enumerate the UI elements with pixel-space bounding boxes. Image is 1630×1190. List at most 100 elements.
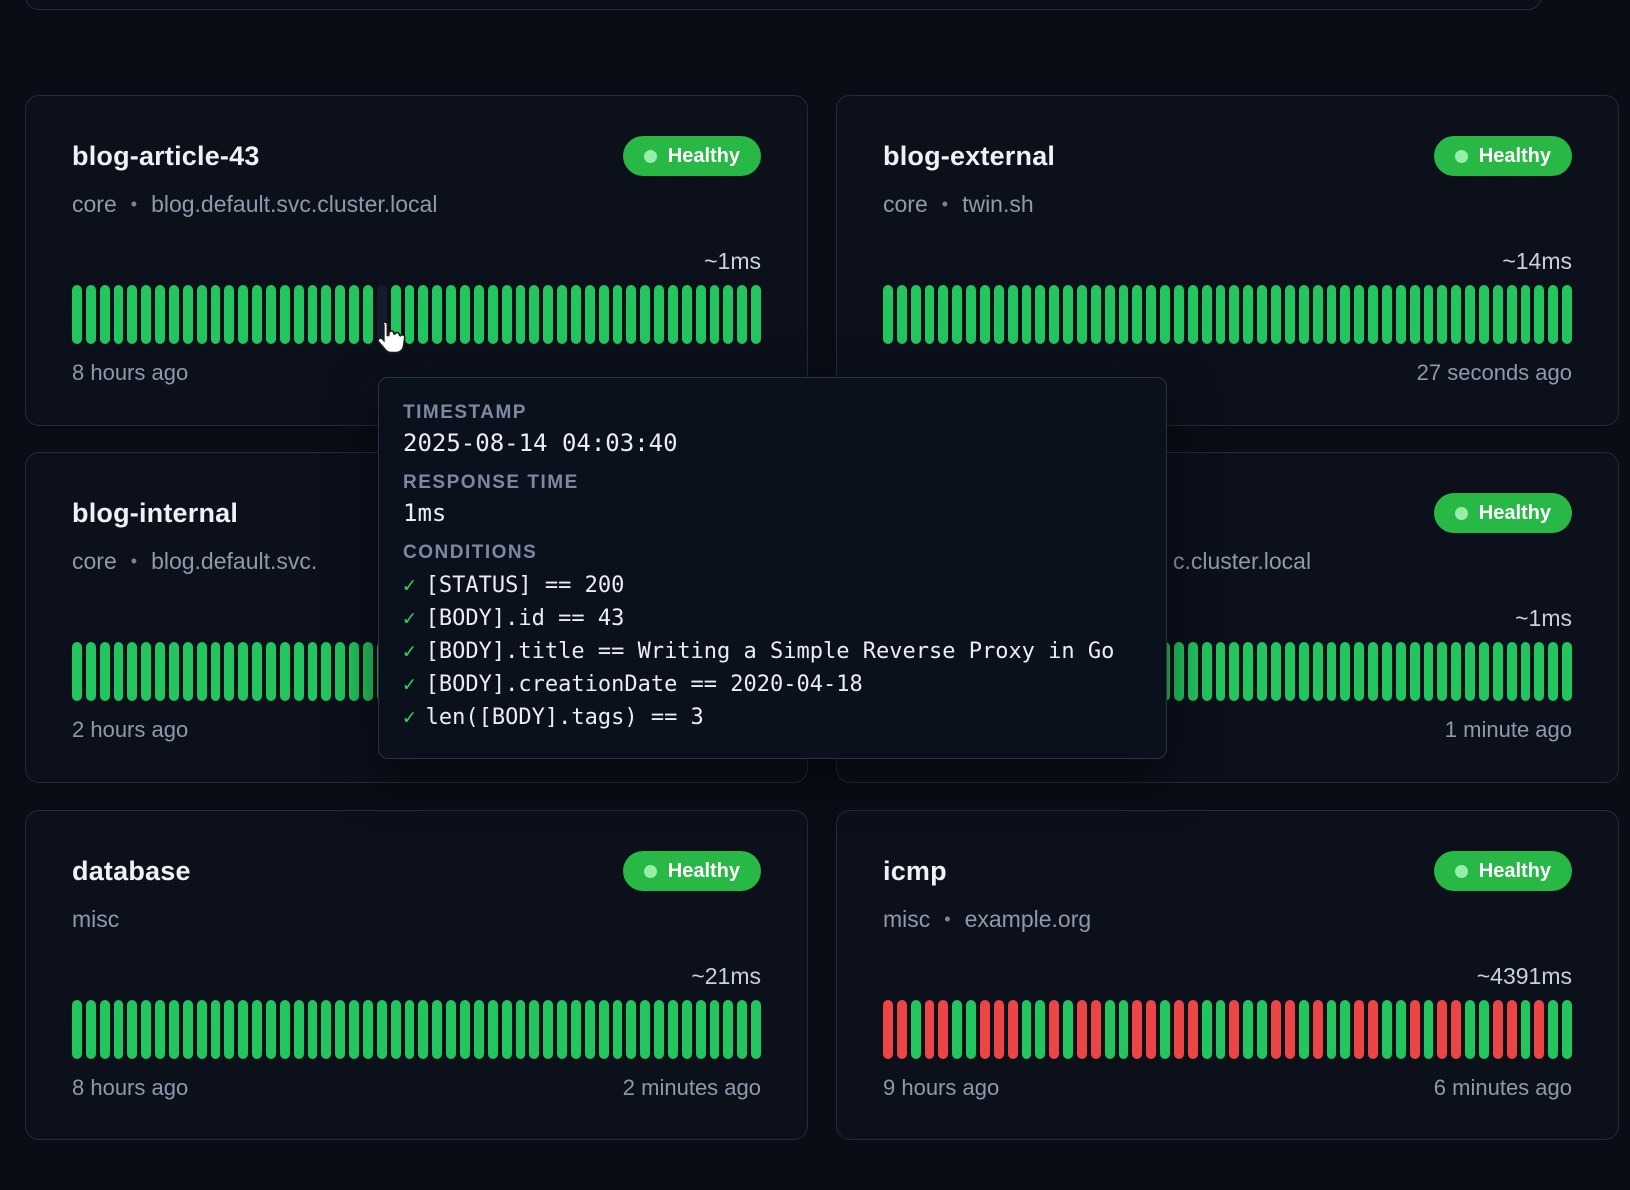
history-bar[interactable]	[363, 1000, 373, 1059]
history-bar[interactable]	[460, 1000, 470, 1059]
history-bar[interactable]	[966, 285, 976, 344]
history-bar[interactable]	[1562, 285, 1572, 344]
history-bar[interactable]	[335, 1000, 345, 1059]
history-bar[interactable]	[723, 1000, 733, 1059]
history-bar[interactable]	[1174, 1000, 1184, 1059]
history-bar[interactable]	[474, 1000, 484, 1059]
history-bar[interactable]	[266, 285, 276, 344]
history-bar[interactable]	[1243, 285, 1253, 344]
history-bar[interactable]	[529, 285, 539, 344]
history-bar[interactable]	[502, 1000, 512, 1059]
history-bar[interactable]	[1077, 1000, 1087, 1059]
history-bar[interactable]	[197, 642, 207, 701]
history-bar[interactable]	[1327, 1000, 1337, 1059]
endpoint-title[interactable]: icmp	[883, 856, 947, 887]
history-bar[interactable]	[141, 1000, 151, 1059]
history-bar[interactable]	[1077, 285, 1087, 344]
history-bar[interactable]	[1368, 642, 1378, 701]
history-bar[interactable]	[1368, 1000, 1378, 1059]
history-bar[interactable]	[183, 1000, 193, 1059]
history-bar[interactable]	[751, 285, 761, 344]
history-bar[interactable]	[1299, 642, 1309, 701]
history-bar[interactable]	[1313, 642, 1323, 701]
history-bar[interactable]	[557, 1000, 567, 1059]
history-bar[interactable]	[1049, 1000, 1059, 1059]
history-bar[interactable]	[100, 285, 110, 344]
history-bar[interactable]	[141, 285, 151, 344]
history-bar[interactable]	[1340, 1000, 1350, 1059]
history-bar[interactable]	[1257, 1000, 1267, 1059]
history-bar[interactable]	[238, 285, 248, 344]
history-bar[interactable]	[682, 285, 692, 344]
history-bar[interactable]	[994, 285, 1004, 344]
history-bar[interactable]	[1340, 642, 1350, 701]
history-bar[interactable]	[100, 642, 110, 701]
history-bar[interactable]	[1437, 285, 1447, 344]
history-bar[interactable]	[925, 1000, 935, 1059]
history-bar[interactable]	[1465, 1000, 1475, 1059]
history-bar[interactable]	[183, 285, 193, 344]
history-bar[interactable]	[488, 1000, 498, 1059]
history-bar[interactable]	[1285, 1000, 1295, 1059]
history-bar[interactable]	[1202, 642, 1212, 701]
history-bar[interactable]	[1202, 285, 1212, 344]
history-bar[interactable]	[1035, 285, 1045, 344]
history-bar[interactable]	[308, 642, 318, 701]
history-bar[interactable]	[1243, 642, 1253, 701]
history-bar[interactable]	[1146, 285, 1156, 344]
history-bar[interactable]	[1313, 1000, 1323, 1059]
history-bar[interactable]	[280, 642, 290, 701]
history-bar[interactable]	[335, 285, 345, 344]
history-bar[interactable]	[516, 285, 526, 344]
history-bar[interactable]	[1313, 285, 1323, 344]
history-bar[interactable]	[321, 1000, 331, 1059]
endpoint-title[interactable]: blog-external	[883, 141, 1055, 172]
history-bar[interactable]	[1271, 1000, 1281, 1059]
history-bar[interactable]	[308, 285, 318, 344]
history-bar[interactable]	[1327, 642, 1337, 701]
history-bar[interactable]	[1451, 642, 1461, 701]
history-bar[interactable]	[1521, 642, 1531, 701]
history-bar[interactable]	[966, 1000, 976, 1059]
history-bar[interactable]	[737, 285, 747, 344]
history-bar[interactable]	[1479, 285, 1489, 344]
history-bar[interactable]	[155, 642, 165, 701]
history-bar[interactable]	[488, 285, 498, 344]
history-bar[interactable]	[1534, 642, 1544, 701]
history-bar[interactable]	[155, 285, 165, 344]
history-bar[interactable]	[72, 642, 82, 701]
history-bar[interactable]	[155, 1000, 165, 1059]
history-bar[interactable]	[626, 1000, 636, 1059]
history-bar[interactable]	[238, 1000, 248, 1059]
history-bar[interactable]	[938, 1000, 948, 1059]
history-bar[interactable]	[1493, 285, 1503, 344]
history-bar[interactable]	[1548, 285, 1558, 344]
history-bar[interactable]	[224, 1000, 234, 1059]
history-bar[interactable]	[294, 285, 304, 344]
history-bar[interactable]	[1188, 1000, 1198, 1059]
history-bar[interactable]	[1229, 285, 1239, 344]
history-bar[interactable]	[1091, 285, 1101, 344]
history-bar[interactable]	[994, 1000, 1004, 1059]
history-bar[interactable]	[86, 642, 96, 701]
history-bar[interactable]	[1257, 642, 1267, 701]
history-bar[interactable]	[86, 1000, 96, 1059]
history-bar[interactable]	[1451, 285, 1461, 344]
history-bar[interactable]	[1188, 285, 1198, 344]
history-bar[interactable]	[1132, 1000, 1142, 1059]
history-bar[interactable]	[266, 642, 276, 701]
history-bar[interactable]	[1396, 1000, 1406, 1059]
history-bar[interactable]	[585, 1000, 595, 1059]
history-bar[interactable]	[211, 642, 221, 701]
history-bar[interactable]	[938, 285, 948, 344]
history-bar[interactable]	[737, 1000, 747, 1059]
history-bar[interactable]	[1271, 285, 1281, 344]
history-bar[interactable]	[1521, 285, 1531, 344]
history-bar[interactable]	[363, 642, 373, 701]
history-bar[interactable]	[952, 1000, 962, 1059]
history-bar[interactable]	[1229, 1000, 1239, 1059]
history-bar[interactable]	[1160, 1000, 1170, 1059]
history-bar[interactable]	[280, 1000, 290, 1059]
history-bar[interactable]	[1202, 1000, 1212, 1059]
history-bar[interactable]	[1271, 642, 1281, 701]
